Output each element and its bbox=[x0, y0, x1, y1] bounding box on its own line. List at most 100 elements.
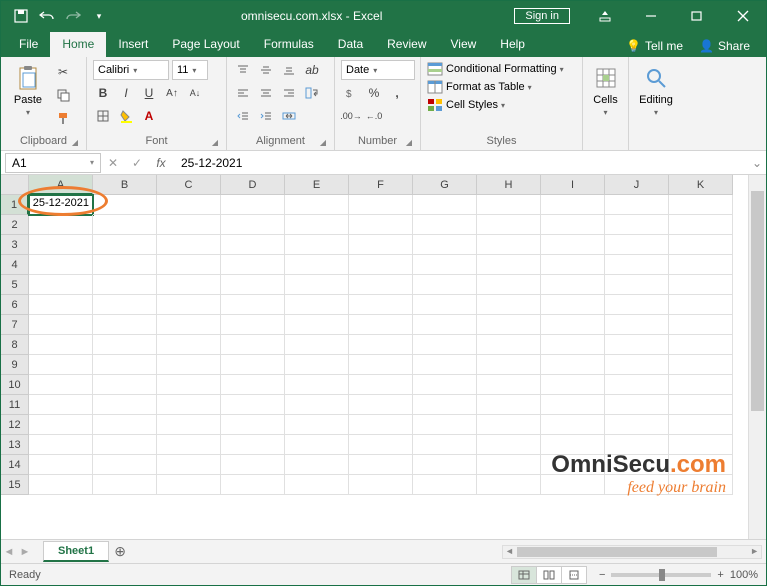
cell[interactable] bbox=[29, 355, 93, 375]
tell-me-button[interactable]: 💡Tell me bbox=[620, 35, 689, 57]
cell[interactable] bbox=[605, 475, 669, 495]
cell[interactable] bbox=[221, 295, 285, 315]
cell[interactable] bbox=[413, 195, 477, 215]
tab-insert[interactable]: Insert bbox=[106, 32, 160, 57]
row-header[interactable]: 3 bbox=[1, 235, 29, 255]
cell[interactable] bbox=[285, 415, 349, 435]
orientation-icon[interactable]: ab bbox=[302, 60, 322, 80]
row-header[interactable]: 15 bbox=[1, 475, 29, 495]
cell[interactable] bbox=[285, 375, 349, 395]
cell[interactable] bbox=[29, 215, 93, 235]
cell[interactable] bbox=[413, 315, 477, 335]
close-icon[interactable] bbox=[720, 1, 766, 31]
cell[interactable] bbox=[605, 415, 669, 435]
cell[interactable] bbox=[221, 195, 285, 215]
cell[interactable] bbox=[605, 235, 669, 255]
cell[interactable] bbox=[93, 315, 157, 335]
cell[interactable] bbox=[93, 435, 157, 455]
italic-button[interactable]: I bbox=[116, 83, 136, 103]
cell[interactable] bbox=[541, 215, 605, 235]
row-header[interactable]: 8 bbox=[1, 335, 29, 355]
align-bottom-icon[interactable] bbox=[279, 60, 299, 80]
minimize-icon[interactable] bbox=[628, 1, 674, 31]
cell[interactable] bbox=[349, 415, 413, 435]
cell[interactable] bbox=[221, 455, 285, 475]
cell[interactable] bbox=[605, 295, 669, 315]
cell[interactable] bbox=[477, 455, 541, 475]
horizontal-scrollbar[interactable]: ◄► bbox=[502, 545, 762, 559]
cell[interactable] bbox=[477, 255, 541, 275]
cell[interactable] bbox=[349, 235, 413, 255]
cell[interactable] bbox=[29, 475, 93, 495]
page-break-view-icon[interactable] bbox=[561, 566, 587, 584]
cell[interactable] bbox=[477, 335, 541, 355]
cell[interactable] bbox=[157, 335, 221, 355]
cell[interactable] bbox=[349, 215, 413, 235]
zoom-out-icon[interactable]: − bbox=[599, 569, 605, 581]
cell[interactable] bbox=[29, 295, 93, 315]
cell[interactable] bbox=[413, 375, 477, 395]
dialog-launcher-icon[interactable]: ◢ bbox=[70, 138, 80, 148]
decrease-font-icon[interactable]: A↓ bbox=[185, 83, 205, 103]
cell[interactable] bbox=[157, 455, 221, 475]
cell[interactable] bbox=[669, 215, 733, 235]
cell[interactable] bbox=[669, 195, 733, 215]
cell[interactable] bbox=[541, 295, 605, 315]
ribbon-options-icon[interactable] bbox=[582, 1, 628, 31]
cell[interactable] bbox=[541, 375, 605, 395]
cell[interactable] bbox=[221, 335, 285, 355]
cell[interactable] bbox=[29, 335, 93, 355]
increase-indent-icon[interactable] bbox=[256, 106, 276, 126]
cell[interactable] bbox=[541, 355, 605, 375]
align-center-icon[interactable] bbox=[256, 83, 276, 103]
dialog-launcher-icon[interactable]: ◢ bbox=[318, 138, 328, 148]
cell[interactable] bbox=[285, 435, 349, 455]
new-sheet-icon[interactable]: ⊕ bbox=[109, 543, 131, 560]
cell[interactable] bbox=[285, 235, 349, 255]
zoom-in-icon[interactable]: + bbox=[717, 569, 723, 581]
format-as-table-button[interactable]: Format as Table▾ bbox=[427, 80, 564, 94]
cell[interactable] bbox=[221, 255, 285, 275]
accounting-format-icon[interactable]: $ bbox=[341, 83, 361, 103]
bold-button[interactable]: B bbox=[93, 83, 113, 103]
col-header[interactable]: G bbox=[413, 175, 477, 195]
sheet-tab[interactable]: Sheet1 bbox=[43, 541, 109, 562]
tab-view[interactable]: View bbox=[439, 32, 489, 57]
paste-button[interactable]: Paste ▾ bbox=[7, 60, 49, 117]
editing-button[interactable]: Editing▾ bbox=[635, 60, 677, 117]
cell[interactable] bbox=[349, 315, 413, 335]
cell[interactable] bbox=[413, 395, 477, 415]
cell[interactable] bbox=[29, 375, 93, 395]
cell[interactable] bbox=[29, 395, 93, 415]
cell[interactable] bbox=[477, 435, 541, 455]
cell[interactable] bbox=[29, 315, 93, 335]
cell[interactable] bbox=[605, 335, 669, 355]
row-header[interactable]: 9 bbox=[1, 355, 29, 375]
cell[interactable] bbox=[157, 195, 221, 215]
col-header[interactable]: J bbox=[605, 175, 669, 195]
cell[interactable] bbox=[669, 435, 733, 455]
increase-font-icon[interactable]: A↑ bbox=[162, 83, 182, 103]
cell[interactable] bbox=[477, 355, 541, 375]
cell[interactable] bbox=[477, 215, 541, 235]
cell[interactable] bbox=[477, 195, 541, 215]
cell[interactable] bbox=[29, 435, 93, 455]
font-color-icon[interactable]: A bbox=[139, 106, 159, 126]
cell[interactable] bbox=[605, 455, 669, 475]
tab-file[interactable]: File bbox=[7, 32, 50, 57]
col-header[interactable]: C bbox=[157, 175, 221, 195]
cell[interactable] bbox=[157, 315, 221, 335]
cell[interactable] bbox=[157, 295, 221, 315]
align-middle-icon[interactable] bbox=[256, 60, 276, 80]
cell[interactable] bbox=[29, 275, 93, 295]
tab-help[interactable]: Help bbox=[488, 32, 537, 57]
row-header[interactable]: 2 bbox=[1, 215, 29, 235]
cell[interactable] bbox=[157, 475, 221, 495]
dialog-launcher-icon[interactable]: ◢ bbox=[404, 138, 414, 148]
cell[interactable] bbox=[349, 195, 413, 215]
cell[interactable] bbox=[413, 475, 477, 495]
cell[interactable] bbox=[413, 255, 477, 275]
cell[interactable] bbox=[669, 415, 733, 435]
cell[interactable] bbox=[221, 235, 285, 255]
cell[interactable] bbox=[93, 335, 157, 355]
